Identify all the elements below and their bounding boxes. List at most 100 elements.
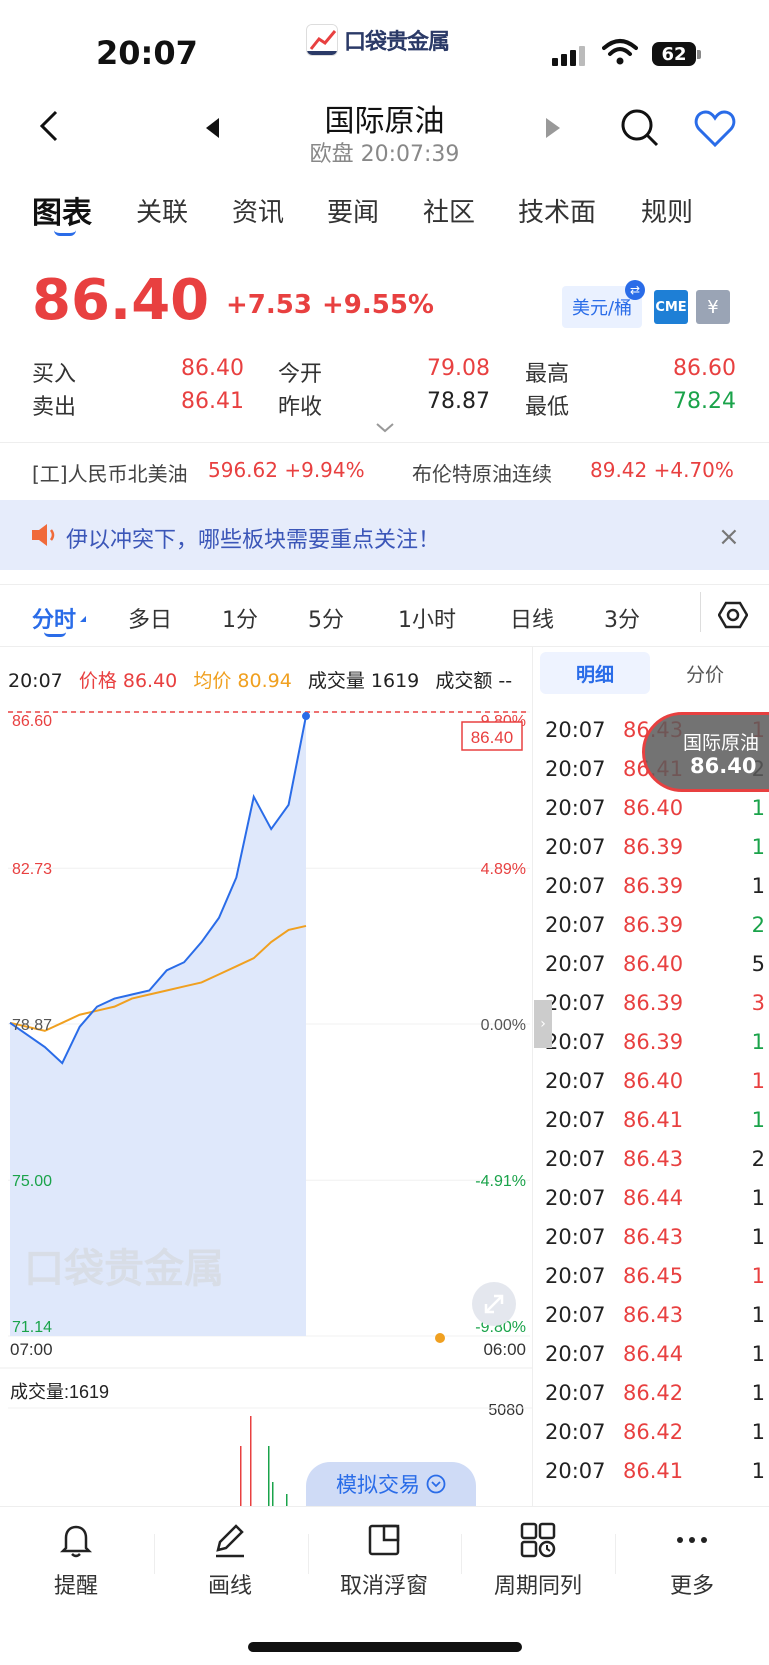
toolbar-float-button[interactable]: 取消浮窗 xyxy=(324,1520,444,1600)
tick-volume: 3 xyxy=(751,991,765,1015)
intraday-chart[interactable]: 86.609.80%82.734.89%78.870.00%75.00-4.91… xyxy=(0,696,532,1506)
info-avg: 80.94 xyxy=(237,670,292,692)
cme-badge[interactable]: CME xyxy=(654,290,688,324)
tick-price: 86.39 xyxy=(623,835,684,859)
tick-price: 86.39 xyxy=(623,874,684,898)
tick-row: 20:07 86.39 1 xyxy=(545,835,769,874)
toolbar-alert-button[interactable]: 提醒 xyxy=(16,1520,136,1600)
tick-row: 20:07 86.41 1 xyxy=(545,1459,769,1498)
banner-text[interactable]: 伊以冲突下，哪些板块需要重点关注！ xyxy=(66,522,440,554)
volume-bars xyxy=(240,1416,288,1506)
open-label: 今开 xyxy=(278,362,323,387)
sim-trade-label: 模拟交易 xyxy=(336,1473,420,1497)
expand-chevron-icon[interactable] xyxy=(376,418,394,437)
tick-price: 86.43 xyxy=(623,1147,684,1171)
divider xyxy=(308,1534,309,1574)
price-tag: 86.40 xyxy=(471,728,514,747)
sell-value: 86.41 xyxy=(181,389,244,414)
prev-close-label: 昨收 xyxy=(278,395,323,420)
tab-news[interactable]: 资讯 xyxy=(232,192,284,229)
home-indicator xyxy=(248,1642,522,1652)
divider xyxy=(0,584,769,585)
tick-volume: 2 xyxy=(751,913,765,937)
float-window-price[interactable]: 86.40 xyxy=(690,754,756,778)
y-label-left: 75.00 xyxy=(12,1173,52,1190)
y-label-left: 82.73 xyxy=(12,861,52,878)
tab-price-distribution[interactable]: 分价 xyxy=(650,652,760,694)
tick-time: 20:07 xyxy=(545,796,606,820)
info-vol: 1619 xyxy=(370,670,420,692)
y-label-right: -4.91% xyxy=(475,1173,526,1190)
tick-time: 20:07 xyxy=(545,1186,606,1210)
toolbar-more-button[interactable]: 更多 xyxy=(632,1520,752,1600)
tick-volume: 1 xyxy=(751,874,765,898)
period-tab-multiday[interactable]: 多日 xyxy=(128,602,172,634)
period-active-indicator xyxy=(44,632,66,637)
high-value: 86.60 xyxy=(673,356,736,381)
crosshair-info: 20:07 价格 86.40 均价 80.94 成交量 1619 成交额 -- xyxy=(8,666,512,693)
tab-technical[interactable]: 技术面 xyxy=(518,192,596,229)
tab-rules[interactable]: 规则 xyxy=(641,192,693,229)
period-tab-intraday[interactable]: 分时 xyxy=(32,602,76,634)
favorite-heart-icon[interactable] xyxy=(694,110,736,152)
tick-price: 86.40 xyxy=(623,952,684,976)
related-name[interactable]: [工]人民币北美油 xyxy=(32,458,188,487)
tick-time: 20:07 xyxy=(545,1030,606,1054)
tick-row: 20:07 86.42 1 xyxy=(545,1420,769,1459)
period-tab-daily[interactable]: 日线 xyxy=(510,602,554,634)
next-instrument-icon[interactable] xyxy=(546,118,560,142)
divider xyxy=(461,1534,462,1574)
toolbar-period-button[interactable]: 周期同列 xyxy=(478,1520,598,1600)
currency-icon[interactable]: ¥ xyxy=(696,290,730,324)
tick-time: 20:07 xyxy=(545,757,606,781)
battery-icon: 62 xyxy=(652,42,696,66)
tick-time: 20:07 xyxy=(545,874,606,898)
swap-icon: ⇄ xyxy=(625,280,645,300)
info-vol-label: 成交量 xyxy=(307,670,365,692)
sim-trade-button[interactable]: 模拟交易 xyxy=(306,1462,476,1506)
float-window-name[interactable]: 国际原油 xyxy=(683,728,759,755)
tick-price: 86.41 xyxy=(623,1459,684,1483)
tick-price: 86.42 xyxy=(623,1381,684,1405)
tick-row: 20:07 86.39 3 xyxy=(545,991,769,1030)
y-label-right: 4.89% xyxy=(481,861,526,878)
chevron-down-icon xyxy=(426,1474,446,1494)
tick-time: 20:07 xyxy=(545,991,606,1015)
period-tab-1min[interactable]: 1分 xyxy=(222,602,258,634)
tick-price: 86.39 xyxy=(623,1030,684,1054)
tab-chart[interactable]: 图表 xyxy=(32,188,92,232)
tick-price: 86.39 xyxy=(623,913,684,937)
pen-icon xyxy=(216,1524,244,1558)
tick-time: 20:07 xyxy=(545,835,606,859)
chart-settings-icon[interactable] xyxy=(717,600,749,634)
toolbar-label: 画线 xyxy=(207,1574,252,1599)
price-change-percent: +9.55% xyxy=(322,290,434,320)
tab-detail[interactable]: 明细 xyxy=(540,652,650,694)
period-tab-1hour[interactable]: 1小时 xyxy=(398,602,456,634)
x-label-end: 06:00 xyxy=(483,1340,526,1359)
tick-volume: 1 xyxy=(751,1342,765,1366)
panel-collapse-handle[interactable]: › xyxy=(534,1000,552,1048)
tab-related[interactable]: 关联 xyxy=(136,192,188,229)
tab-community[interactable]: 社区 xyxy=(423,192,475,229)
open-value: 79.08 xyxy=(427,356,490,381)
period-tab-3min[interactable]: 3分 xyxy=(604,602,640,634)
related-name[interactable]: 布伦特原油连续 xyxy=(412,458,552,487)
tab-headlines[interactable]: 要闻 xyxy=(327,192,379,229)
info-time: 20:07 xyxy=(8,670,63,692)
tick-time: 20:07 xyxy=(545,1420,606,1444)
tick-row: 20:07 86.43 1 xyxy=(545,1303,769,1342)
period-tab-5min[interactable]: 5分 xyxy=(308,602,344,634)
volume-bar xyxy=(250,1416,252,1506)
divider xyxy=(0,646,769,647)
search-icon[interactable] xyxy=(620,108,660,152)
app-logo: 口袋贵金属 xyxy=(306,24,450,56)
tick-time: 20:07 xyxy=(545,1108,606,1132)
close-icon[interactable]: × xyxy=(718,522,740,552)
tick-time: 20:07 xyxy=(545,913,606,937)
tick-price: 86.44 xyxy=(623,1186,684,1210)
tick-price: 86.40 xyxy=(623,1069,684,1093)
toolbar-draw-button[interactable]: 画线 xyxy=(170,1520,290,1600)
tick-volume: 1 xyxy=(751,1186,765,1210)
tick-volume: 1 xyxy=(751,1225,765,1249)
